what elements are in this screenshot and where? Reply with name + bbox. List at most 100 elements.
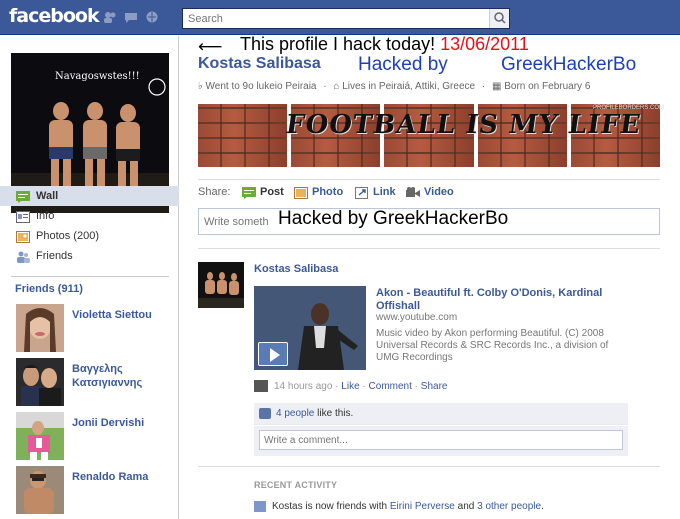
page-title[interactable]: Kostas Salibasa xyxy=(198,55,321,73)
recent-text: Kostas is now friends with xyxy=(272,501,388,512)
friends-header[interactable]: Friends (911) xyxy=(15,283,83,295)
likes-summary: 4 people like this. xyxy=(254,403,628,425)
friend-avatar[interactable] xyxy=(16,358,64,406)
education-icon: ♭ xyxy=(198,81,203,92)
notifications-icon[interactable] xyxy=(145,11,159,23)
likes-suffix: like this. xyxy=(317,408,354,419)
sidebar-item-label: Photos (200) xyxy=(36,230,99,242)
likes-count-link[interactable]: 4 people xyxy=(276,408,314,419)
left-sidebar: Navagoswstes!!! Wall Info Photos (200) F… xyxy=(0,36,179,519)
friend-name[interactable]: Jonii Dervishi xyxy=(72,416,172,430)
comment-input[interactable] xyxy=(259,430,623,450)
friends-activity-icon xyxy=(254,501,266,512)
comment-box xyxy=(254,426,628,456)
sidebar-item-wall[interactable]: Wall xyxy=(0,186,179,206)
friend-name[interactable]: Renaldo Rama xyxy=(72,470,172,484)
recent-activity-item: Kostas is now friends with Eirini Perver… xyxy=(254,501,544,512)
friend-avatar[interactable] xyxy=(16,304,64,352)
video-thumbnail[interactable] xyxy=(254,286,366,370)
story-author-name[interactable]: Kostas Salibasa xyxy=(254,263,338,275)
home-icon: ⌂ xyxy=(333,81,340,92)
search-box xyxy=(182,8,510,29)
separator: · xyxy=(481,81,486,92)
profile-nav: Wall Info Photos (200) Friends xyxy=(0,186,179,266)
sidebar-item-label: Friends xyxy=(36,250,73,262)
thumbs-up-icon xyxy=(259,408,271,419)
video-description: Music video by Akon performing Beautiful… xyxy=(376,328,609,363)
recent-others-link[interactable]: 3 other people xyxy=(477,501,541,512)
share-video-button[interactable]: Video xyxy=(406,186,454,198)
share-link-label: Link xyxy=(373,186,396,198)
share-photo-label: Photo xyxy=(312,186,344,198)
share-photo-button[interactable]: Photo xyxy=(294,186,344,199)
hacked-by-text: Hacked by xyxy=(358,54,448,75)
photos-icon xyxy=(16,230,30,243)
story-author-avatar[interactable] xyxy=(198,262,244,308)
share-link[interactable]: Share xyxy=(421,381,448,392)
banner-watermark: PROFILEBORDERS.COM xyxy=(593,105,665,111)
story-time[interactable]: 14 hours ago xyxy=(274,381,332,392)
sidebar-item-friends[interactable]: Friends xyxy=(0,246,179,266)
film-icon xyxy=(254,380,268,392)
divider xyxy=(11,276,169,277)
hacker-name-text: GreekHackerBo xyxy=(501,54,637,75)
share-post-label: Post xyxy=(260,186,284,198)
messages-icon[interactable] xyxy=(124,11,138,23)
birthday-icon: ▦ xyxy=(491,81,502,92)
info-icon xyxy=(16,210,30,223)
share-label: Share: xyxy=(198,186,231,198)
post-icon xyxy=(242,187,256,199)
location-text: Lives in Peiraiá, Attiki, Greece xyxy=(342,81,476,92)
education-text: Went to 9o lukeio Peiraia xyxy=(205,81,317,92)
friend-name[interactable]: Βαγγελης Κατσιγιαννης xyxy=(72,362,172,390)
friend-avatar[interactable] xyxy=(16,412,64,460)
share-video-label: Video xyxy=(424,186,454,198)
friend-avatar[interactable] xyxy=(16,466,64,514)
divider xyxy=(198,248,660,249)
recent-activity-header: RECENT ACTIVITY xyxy=(254,480,338,490)
hacked-overlay-text: Hacked by GreekHackerBo xyxy=(278,208,509,229)
video-source-url[interactable]: www.youtube.com xyxy=(376,312,457,323)
banner-graffiti-text: FOOTBALL IS MY LIFE xyxy=(283,110,644,140)
friend-name[interactable]: Violetta Siettou xyxy=(72,308,172,322)
hack-message: This profile I hack today! xyxy=(240,34,436,54)
comment-link[interactable]: Comment xyxy=(369,381,412,392)
birthday-text: Born on February 6 xyxy=(504,81,591,92)
wall-icon xyxy=(16,190,30,203)
search-input[interactable] xyxy=(183,9,483,28)
photo-icon xyxy=(294,187,308,199)
status-input[interactable] xyxy=(199,209,269,234)
recent-text-end: . xyxy=(541,501,544,512)
friends-icon xyxy=(16,250,30,263)
profile-picture-caption: Navagoswstes!!! xyxy=(55,71,140,82)
recent-friend-link[interactable]: Eirini Perverse xyxy=(390,501,455,512)
divider xyxy=(198,466,660,467)
hack-banner-text: This profile I hack today! 13/06/2011 xyxy=(240,34,529,55)
friend-item[interactable]: Βαγγελης Κατσιγιαννης xyxy=(16,358,176,408)
share-link-button[interactable]: Link xyxy=(355,186,396,199)
friend-item[interactable]: Violetta Siettou xyxy=(16,304,176,354)
top-bar: facebook xyxy=(0,0,680,35)
play-icon[interactable] xyxy=(258,342,288,366)
sidebar-item-label: Wall xyxy=(36,190,59,202)
link-icon xyxy=(355,187,369,199)
video-icon xyxy=(406,187,420,199)
friend-requests-icon[interactable] xyxy=(103,11,117,23)
friend-item[interactable]: Jonii Dervishi xyxy=(16,412,176,462)
divider xyxy=(198,179,660,180)
hack-arrow: ⟵ xyxy=(198,37,223,57)
like-link[interactable]: Like xyxy=(341,381,359,392)
profile-info-row: ♭ Went to 9o lukeio Peiraia · ⌂ Lives in… xyxy=(198,81,590,92)
separator: · xyxy=(323,81,327,92)
search-icon[interactable] xyxy=(489,9,509,28)
recent-text-mid: and xyxy=(457,501,475,512)
sidebar-item-photos[interactable]: Photos (200) xyxy=(0,226,179,246)
share-post-button[interactable]: Post xyxy=(242,186,284,199)
video-title-link[interactable]: Akon - Beautiful ft. Colby O'Donis, Kard… xyxy=(376,287,626,313)
sidebar-item-info[interactable]: Info xyxy=(0,206,179,226)
sidebar-item-label: Info xyxy=(36,210,55,222)
banner-tile[interactable] xyxy=(198,104,288,167)
friend-item[interactable]: Renaldo Rama xyxy=(16,466,176,516)
hack-date: 13/06/2011 xyxy=(440,34,529,54)
facebook-logo[interactable]: facebook xyxy=(9,5,100,27)
